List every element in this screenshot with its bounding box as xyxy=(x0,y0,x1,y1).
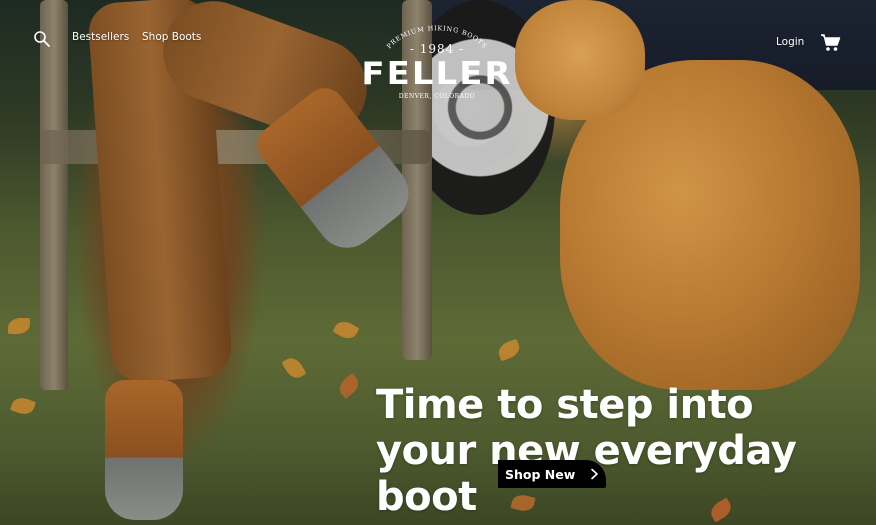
hero-headline-line-3: boot xyxy=(376,473,477,520)
login-link[interactable]: Login xyxy=(776,36,804,48)
logo-wordmark: FELLER xyxy=(361,55,513,93)
logo-year: - 1984 - xyxy=(409,42,465,56)
leaf xyxy=(495,338,523,362)
leaf xyxy=(8,318,30,334)
cart-icon[interactable] xyxy=(820,33,842,53)
leaf xyxy=(281,354,307,382)
leaf xyxy=(9,394,37,418)
chevron-right-icon xyxy=(591,468,599,480)
hero-headline: Time to step into your new everyday boot xyxy=(376,382,846,520)
shop-new-button-label: Shop New xyxy=(505,466,576,482)
shop-new-button[interactable]: Shop New xyxy=(498,460,606,488)
hero-headline-line-1: Time to step into xyxy=(376,381,754,428)
leaf xyxy=(332,317,360,343)
brand-logo[interactable]: PREMIUM HIKING BOOTS - 1984 - FELLER DEN… xyxy=(346,22,528,104)
logo-location: DENVER, COLORADO xyxy=(398,93,476,100)
nav-link-shop-boots[interactable]: Shop Boots xyxy=(142,31,201,43)
boot-left xyxy=(105,380,183,520)
top-navigation: Bestsellers Shop Boots PREMIUM HIKING BO… xyxy=(0,0,876,100)
leaf xyxy=(335,372,363,400)
search-icon[interactable] xyxy=(33,30,51,48)
nav-link-bestsellers[interactable]: Bestsellers xyxy=(72,31,129,43)
hero-headline-line-2: your new everyday xyxy=(376,427,797,474)
